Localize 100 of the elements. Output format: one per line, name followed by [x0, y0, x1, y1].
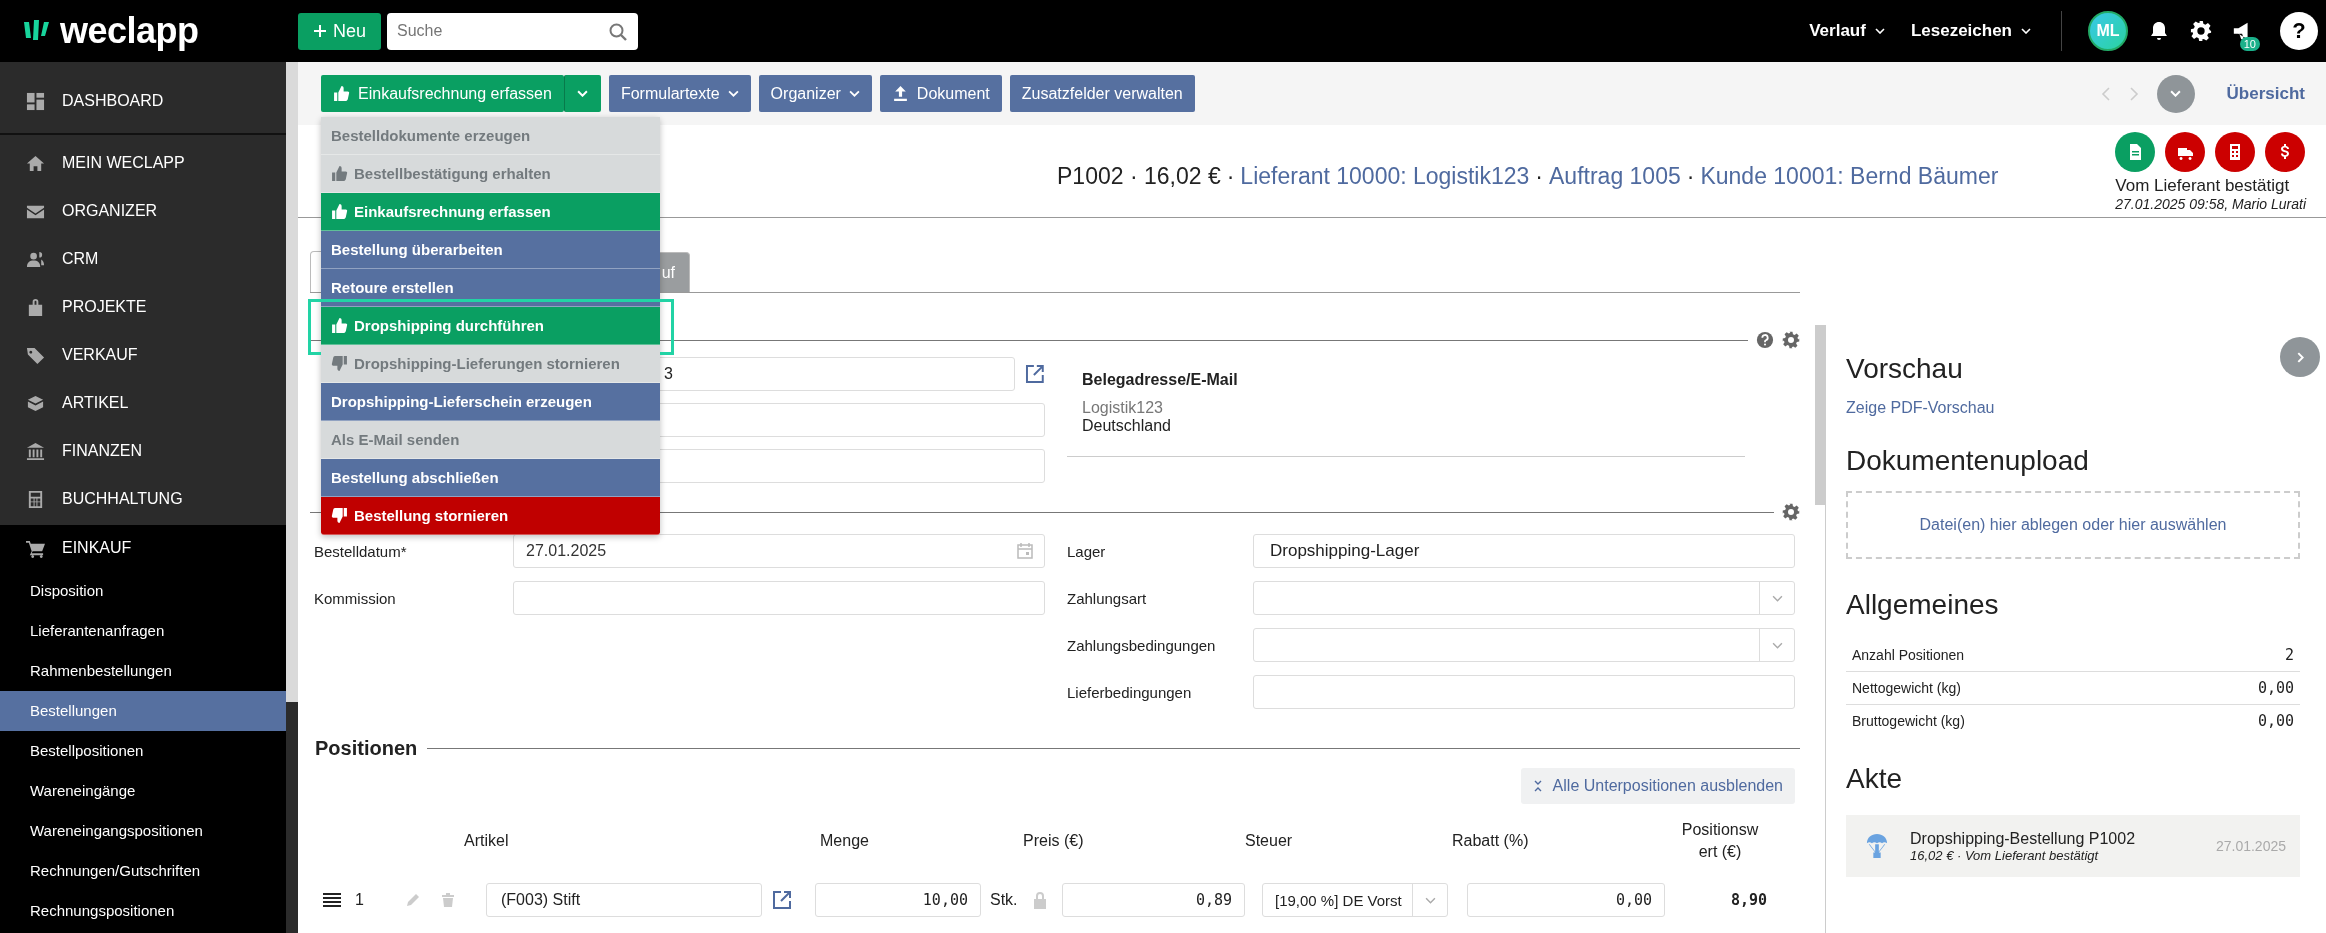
sidebar-item[interactable]: FINANZEN [0, 427, 286, 475]
input-field[interactable] [513, 581, 1045, 615]
column-header: Steuer [1245, 832, 1294, 850]
sidebar-subitem[interactable]: Lieferantenanfragen [0, 611, 286, 651]
sidebar-subitem[interactable]: Rechnungspositionen [0, 891, 286, 931]
tax-select[interactable]: [19,00 %] DE Vorst [1262, 883, 1448, 917]
info-label: Bruttogewicht (kg) [1852, 713, 1965, 729]
input-field[interactable]: Dropshipping-Lager [1253, 534, 1795, 568]
sidebar-subitem[interactable]: Bestellpositionen [0, 731, 286, 771]
module-icon [26, 441, 45, 461]
sidebar-subitem[interactable]: Bestellungen [0, 691, 286, 731]
settings-icon[interactable] [2190, 20, 2212, 42]
discount-field[interactable]: 0,00 [1467, 883, 1665, 917]
menu-item[interactable]: Bestellung abschließen [321, 459, 660, 497]
module-icon [26, 153, 45, 173]
select-field[interactable] [1253, 628, 1795, 662]
toolbar-button[interactable]: Formulartexte [608, 75, 751, 112]
overview-link[interactable]: Übersicht [2226, 83, 2305, 104]
sidebar-item[interactable]: CRM [0, 235, 286, 283]
select-field[interactable] [1253, 581, 1795, 615]
sidebar-subitem[interactable]: Rechnungen/Gutschriften [0, 851, 286, 891]
address-label: Belegadresse/E-Mail [1082, 371, 1239, 389]
address-line: Logistik123 [1082, 399, 1164, 417]
open-external-icon[interactable] [1025, 364, 1045, 384]
parachute-icon [1866, 833, 1888, 859]
status-icon[interactable] [2265, 132, 2306, 172]
status-icon[interactable] [2165, 132, 2206, 172]
collapse-all-button[interactable]: Alle Unterpositionen ausblenden [1520, 768, 1795, 804]
page-title: P1002 · 16,02 € [1057, 163, 1221, 190]
sidebar-item[interactable]: PROJEKTE [0, 283, 286, 331]
expand-button[interactable] [2156, 74, 2195, 113]
file-entry[interactable]: Dropshipping-Bestellung P1002 16,02 € · Vom Lieferant bestätigt 27.01.2025 [1846, 815, 2300, 877]
info-label: Nettogewicht (kg) [1852, 680, 1961, 696]
sidebar-item[interactable]: ARTIKEL [0, 379, 286, 427]
unit-label: Stk. [989, 891, 1019, 909]
sidebar-subitem[interactable]: Wareneingänge [0, 771, 286, 811]
chevron-right-icon [2296, 351, 2304, 363]
search-icon [608, 21, 628, 42]
sidebar-subitem[interactable]: Disposition [0, 571, 286, 611]
toolbar-button[interactable]: Zusatzfelder verwalten [1009, 75, 1195, 112]
sidebar-subitem[interactable]: Wareneingangspositionen [0, 811, 286, 851]
separator: · [1226, 163, 1235, 190]
input-field[interactable] [1253, 675, 1795, 709]
drag-handle-icon[interactable] [323, 893, 341, 907]
title-link[interactable]: Lieferant 10000: Logistik123 [1240, 163, 1530, 190]
sidebar-item[interactable]: MEIN WECLAPP [0, 139, 286, 187]
module-icon [26, 249, 45, 269]
module-icon [26, 489, 45, 509]
collapse-icon [1532, 780, 1543, 792]
status-icon[interactable] [2115, 132, 2156, 172]
sidebar-subitem[interactable]: Rahmenbestellungen [0, 651, 286, 691]
title-link[interactable]: Auftrag 1005 [1549, 163, 1681, 190]
article-field[interactable]: (F003) Stift [486, 883, 762, 917]
column-header: Positionswert (€) [1680, 820, 1760, 862]
logo[interactable]: weclapp [22, 10, 298, 52]
panel-heading: Akte [1846, 763, 1904, 795]
menu-item[interactable]: Bestellung überarbeiten [321, 231, 660, 269]
search-field[interactable]: Suche [387, 12, 638, 50]
sidebar-item[interactable]: BUCHHALTUNG [0, 475, 286, 523]
toolbar-button[interactable]: Dokument [879, 75, 1002, 112]
sidebar-item[interactable]: EINKAUF [0, 525, 286, 571]
upload-dropzone[interactable]: Datei(en) hier ablegen oder hier auswählen [1846, 491, 2300, 559]
column-header: Menge [819, 832, 870, 850]
top-menu[interactable]: Lesezeichen [1910, 21, 2031, 41]
help-icon[interactable] [1756, 331, 1774, 349]
module-icon [26, 297, 45, 317]
notification-badge: 10 [2239, 37, 2260, 51]
dropdown-toggle[interactable] [563, 75, 601, 112]
section-title: Positionen [314, 737, 418, 760]
caret-icon [848, 90, 860, 97]
date-field[interactable]: 27.01.2025 [513, 534, 1045, 568]
field-label: Zahlungsbedingungen [1067, 636, 1217, 654]
status-icon[interactable] [2215, 132, 2256, 172]
bell-icon[interactable] [2148, 20, 2170, 42]
field-label: Zahlungsart [1067, 589, 1148, 607]
field-label: Bestelldatum* [313, 542, 408, 560]
info-value: 0,00 [2257, 712, 2294, 730]
help-button[interactable]: ? [2280, 12, 2318, 50]
scrollbar[interactable] [1815, 325, 1825, 505]
module-icon [26, 393, 45, 413]
collapse-panel-button[interactable] [2280, 337, 2320, 377]
sidebar-item[interactable]: ORGANIZER [0, 187, 286, 235]
panel-heading: Vorschau [1846, 353, 1964, 385]
address-line: Deutschland [1082, 417, 1172, 435]
quantity-field[interactable]: 10,00 [815, 883, 981, 917]
toolbar-button[interactable]: Organizer [758, 75, 872, 112]
chevron-down-icon [2170, 90, 2182, 97]
info-value: 2 [2284, 646, 2294, 664]
chevron-down-icon [1424, 896, 1436, 904]
pdf-preview-link[interactable]: Zeige PDF-Vorschau [1846, 399, 2300, 417]
sidebar-item[interactable]: VERKAUF [0, 331, 286, 379]
title-link[interactable]: Kunde 10001: Bernd Bäumer [1700, 163, 1999, 190]
top-menu[interactable]: Verlauf [1809, 21, 1885, 41]
menu-item[interactable]: Bestellung stornieren [321, 497, 660, 535]
price-field[interactable]: 0,89 [1062, 883, 1245, 917]
scrollbar[interactable] [286, 62, 298, 933]
field-label: Lager [1067, 542, 1107, 560]
open-external-icon[interactable] [772, 890, 792, 910]
menu-item[interactable]: Dropshipping-Lieferschein erzeugen [321, 383, 660, 421]
caret-icon [577, 90, 589, 97]
